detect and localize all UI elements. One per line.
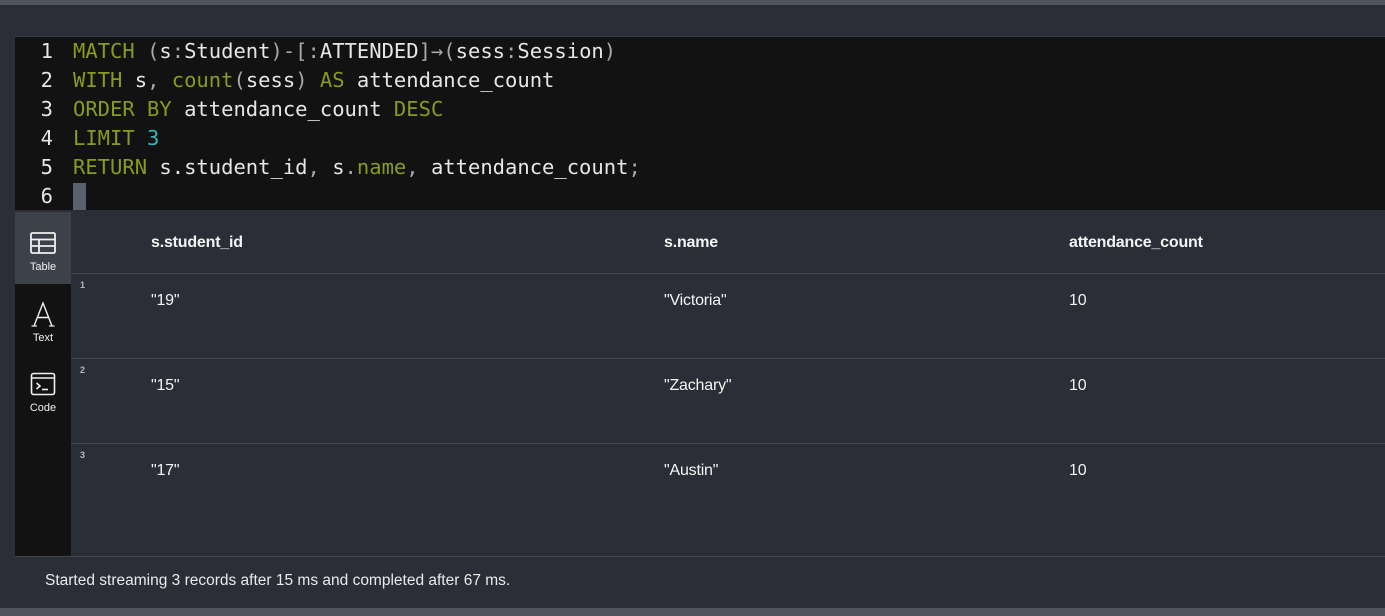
punctuation-token: : [505,39,518,63]
table-row: 1 "19" "Victoria" 10 [71,274,1385,359]
table-cell: 10 [1069,377,1087,394]
punctuation-token: ( [233,68,246,92]
line-number: 2 [40,68,53,92]
window-left-gutter [0,5,9,608]
table-view-button[interactable]: Table [15,212,71,284]
window-top-border [0,0,1385,5]
row-index: 3 [80,450,86,460]
code-icon [30,372,56,396]
line-number: 3 [40,97,53,121]
table-cell: "Victoria" [664,292,727,309]
keyword-token: AS [307,68,345,92]
code-view-button[interactable]: Code [15,358,71,430]
line-number: 6 [40,184,53,208]
text-icon [31,301,55,327]
line-number: 4 [40,126,53,150]
column-header[interactable]: attendance_count [1069,234,1203,252]
table-cell: "17" [151,462,180,479]
punctuation-token: , [406,155,419,179]
variable-token: attendance_count [344,68,555,92]
punctuation-token: ; [628,155,641,179]
label-token: Student [184,39,271,63]
punctuation-token: ) [295,68,308,92]
table-cell: "19" [151,292,180,309]
code-view-label: Code [29,402,57,414]
variable-token: s [122,68,148,92]
column-header[interactable]: s.student_id [151,234,243,252]
keyword-token: RETURN [73,155,148,179]
table-cell: "Austin" [664,462,719,479]
table-cell: 10 [1069,292,1087,309]
result-frame: 1 MATCH (s:Student)-[:ATTENDED]→(sess:Ses… [15,36,1385,606]
punctuation-token: , [307,155,320,179]
keyword-token: LIMIT [73,126,135,150]
line-number: 1 [40,39,53,63]
status-bar: Started streaming 3 records after 15 ms … [15,556,1385,606]
keyword-token: DESC [381,97,444,121]
code-line-3: 3 ORDER BY attendance_count DESC [15,95,444,124]
punctuation-token: ( [147,39,160,63]
table-row: 3 "17" "Austin" 10 [71,444,1385,528]
status-message: Started streaming 3 records after 15 ms … [45,572,511,589]
variable-token: s [319,155,345,179]
punctuation-token: : [171,39,185,63]
keyword-token: WITH [73,68,123,92]
code-line-6: 6 [15,182,86,211]
table-cell: "Zachary" [664,377,732,394]
function-token: count [159,68,234,92]
text-view-label: Text [32,332,54,344]
variable-token: attendance_count [418,155,629,179]
results-table: s.student_id s.name attendance_count 1 "… [71,212,1385,556]
table-header: s.student_id s.name attendance_count [71,212,1385,274]
punctuation-token: : [307,39,320,63]
window-bottom-border [0,608,1385,616]
table-view-label: Table [29,261,57,273]
table-cell: 10 [1069,462,1087,479]
line-number: 5 [40,155,53,179]
variable-token: s [159,39,172,63]
punctuation-token: , [147,68,160,92]
punctuation-token: . [344,155,357,179]
text-cursor [73,182,86,210]
number-token: 3 [134,126,160,150]
keyword-token: ORDER BY [73,97,172,121]
variable-token: s.student_id [147,155,308,179]
table-row: 2 "15" "Zachary" 10 [71,359,1385,444]
code-line-1: 1 MATCH (s:Student)-[:ATTENDED]→(sess:Ses… [15,37,616,66]
punctuation-token: ) [270,39,283,63]
code-line-4: 4 LIMIT 3 [15,124,160,153]
punctuation-token: ) [603,39,617,63]
variable-token: sess [245,68,296,92]
variable-token: attendance_count [171,97,382,121]
query-editor[interactable]: 1 MATCH (s:Student)-[:ATTENDED]→(sess:Ses… [15,36,1385,210]
code-line-2: 2 WITH s, count(sess) AS attendance_count [15,66,555,95]
punctuation-token: ]→( [418,39,456,63]
punctuation-token: -[ [282,39,308,63]
row-index: 1 [80,280,86,290]
table-cell: "15" [151,377,180,394]
column-header[interactable]: s.name [664,234,718,252]
row-index: 2 [80,365,86,375]
variable-token: sess [455,39,506,63]
label-token: Session [517,39,604,63]
view-switcher: Table Text Code [15,212,71,556]
reltype-token: ATTENDED [319,39,419,63]
text-view-button[interactable]: Text [15,284,71,356]
keyword-token: MATCH [73,39,135,63]
code-line-5: 5 RETURN s.student_id, s.name, attendance… [15,153,641,182]
table-icon [30,232,56,254]
property-token: name [356,155,407,179]
